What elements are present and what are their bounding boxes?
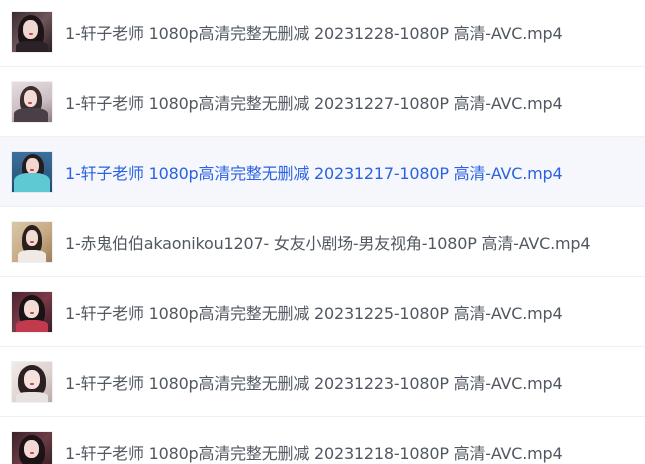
- file-row[interactable]: 1-轩子老师 1080p高清完整无删减 20231228-1080P 高清-AV…: [0, 0, 645, 67]
- file-row[interactable]: 1-轩子老师 1080p高清完整无删减 20231223-1080P 高清-AV…: [0, 347, 645, 417]
- file-list: 1-轩子老师 1080p高清完整无删减 20231228-1080P 高清-AV…: [0, 0, 645, 464]
- video-thumbnail[interactable]: [12, 362, 52, 402]
- file-name[interactable]: 1-轩子老师 1080p高清完整无删减 20231217-1080P 高清-AV…: [65, 160, 563, 184]
- video-thumbnail[interactable]: [12, 432, 52, 464]
- video-thumbnail[interactable]: [12, 292, 52, 332]
- file-row[interactable]: 1-轩子老师 1080p高清完整无删减 20231225-1080P 高清-AV…: [0, 277, 645, 347]
- file-name[interactable]: 1-轩子老师 1080p高清完整无删减 20231223-1080P 高清-AV…: [65, 370, 563, 394]
- file-name[interactable]: 1-轩子老师 1080p高清完整无删减 20231218-1080P 高清-AV…: [65, 440, 563, 464]
- file-row[interactable]: 1-赤鬼伯伯akaonikou1207- 女友小剧场-男友视角-1080P 高清…: [0, 207, 645, 277]
- file-name[interactable]: 1-轩子老师 1080p高清完整无删减 20231225-1080P 高清-AV…: [65, 300, 563, 324]
- file-name[interactable]: 1-赤鬼伯伯akaonikou1207- 女友小剧场-男友视角-1080P 高清…: [65, 230, 591, 254]
- file-name[interactable]: 1-轩子老师 1080p高清完整无删减 20231228-1080P 高清-AV…: [65, 20, 563, 44]
- file-row[interactable]: 1-轩子老师 1080p高清完整无删减 20231218-1080P 高清-AV…: [0, 417, 645, 464]
- video-thumbnail[interactable]: [12, 82, 52, 122]
- file-row[interactable]: 1-轩子老师 1080p高清完整无删减 20231217-1080P 高清-AV…: [0, 137, 645, 207]
- file-name[interactable]: 1-轩子老师 1080p高清完整无删减 20231227-1080P 高清-AV…: [65, 90, 563, 114]
- video-thumbnail[interactable]: [12, 222, 52, 262]
- video-thumbnail[interactable]: [12, 12, 52, 52]
- video-thumbnail[interactable]: [12, 152, 52, 192]
- file-row[interactable]: 1-轩子老师 1080p高清完整无删减 20231227-1080P 高清-AV…: [0, 67, 645, 137]
